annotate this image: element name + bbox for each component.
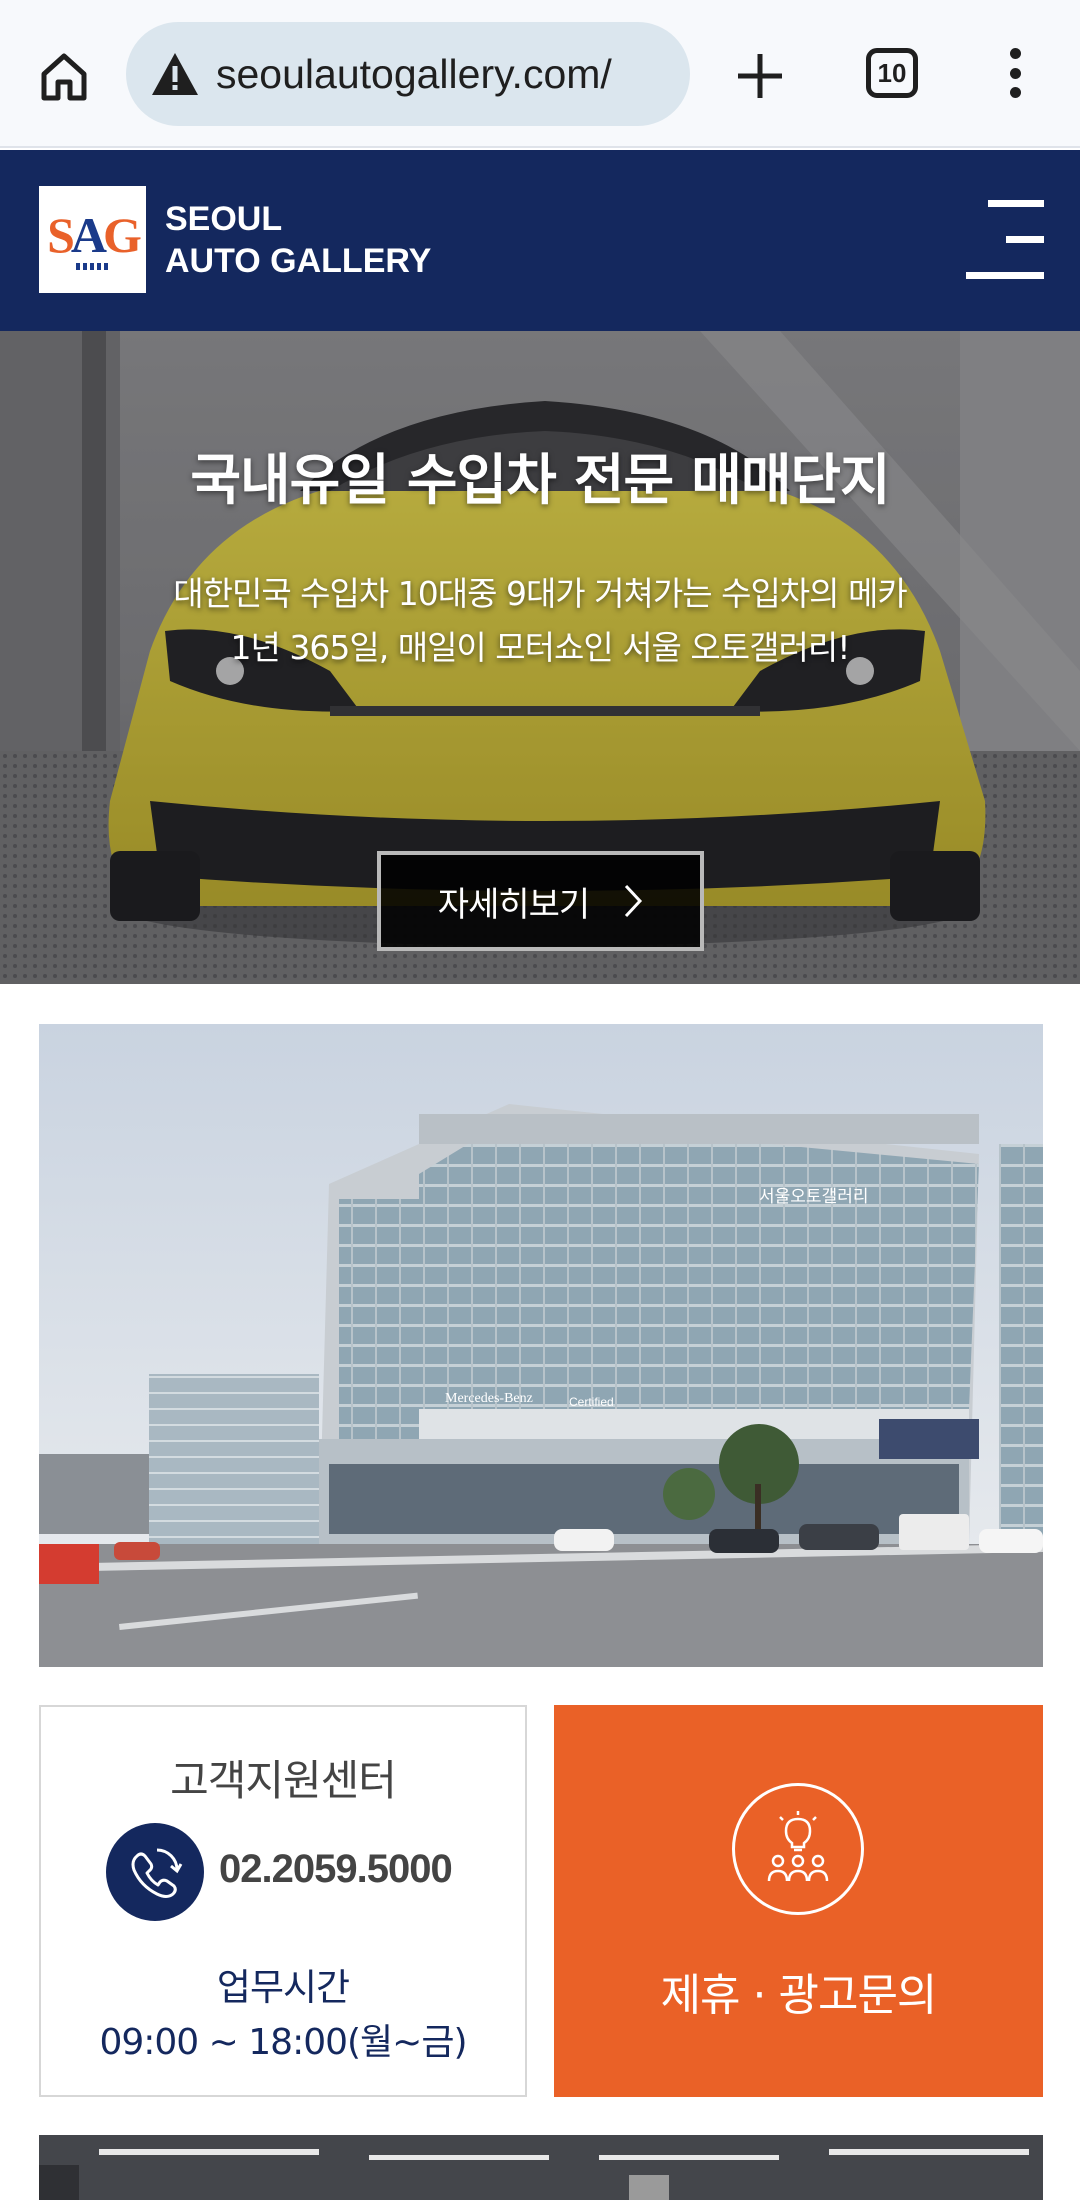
view-more-label: 자세히보기 <box>437 884 590 925</box>
tab-switcher-button[interactable]: 10 <box>866 48 918 98</box>
support-title: 고객지원센터 <box>170 1756 397 1805</box>
partnership-label: 제휴 · 광고문의 <box>660 1970 938 2021</box>
hero-subtitle-line-1: 대한민국 수입차 10대중 9대가 거쳐가는 수입차의 메카 <box>173 574 908 613</box>
storefront-sign-2: Certified <box>569 1395 614 1409</box>
building-photo: 서울오토갤러리 Mercedes-Benz Certified <box>39 1024 1043 1667</box>
url-text: seoulautogallery.com/ <box>216 50 612 97</box>
hamburger-menu-icon[interactable] <box>966 200 1044 280</box>
phone-icon[interactable] <box>106 1823 204 1921</box>
home-icon[interactable] <box>28 40 100 112</box>
not-secure-warning-icon[interactable] <box>148 47 202 101</box>
brand-line-2: AUTO GALLERY <box>165 242 432 280</box>
support-phone-number[interactable]: 02.2059.5000 <box>219 1847 453 1892</box>
address-bar[interactable]: seoulautogallery.com/ <box>126 22 690 126</box>
storefront-sign-1: Mercedes-Benz <box>445 1391 533 1406</box>
site-logo[interactable]: SAG <box>39 186 146 293</box>
lightbulb-people-icon <box>732 1783 864 1915</box>
customer-support-card: 고객지원센터 02.2059.5000 업무시간 09:00 ~ 18:00(월… <box>39 1705 527 2097</box>
hero-subtitle-line-2: 1년 365일, 매일이 모터쇼인 서울 오토갤러리! <box>230 628 851 667</box>
hero-title: 국내유일 수입차 전문 매매단지 <box>190 448 890 512</box>
garage-photo <box>39 2135 1043 2200</box>
partnership-inquiry-card[interactable]: 제휴 · 광고문의 <box>554 1705 1043 2097</box>
new-tab-icon[interactable] <box>722 38 798 114</box>
brand-name[interactable]: SEOUL AUTO GALLERY <box>165 198 431 282</box>
business-hours: 09:00 ~ 18:00(월~금) <box>99 2022 467 2063</box>
more-options-icon[interactable] <box>990 42 1040 104</box>
chevron-right-icon <box>623 883 643 919</box>
view-more-button[interactable]: 자세히보기 <box>377 851 704 951</box>
hero-banner: 국내유일 수입차 전문 매매단지 대한민국 수입차 10대중 9대가 거쳐가는 … <box>0 331 1080 984</box>
brand-line-1: SEOUL <box>165 200 283 238</box>
site-header: SAG SEOUL AUTO GALLERY <box>0 150 1080 331</box>
building-sign: 서울오토갤러리 <box>759 1187 868 1207</box>
logo-stripe <box>75 263 110 270</box>
logo-mark: SAG <box>47 207 142 263</box>
browser-toolbar: seoulautogallery.com/ 10 <box>0 0 1080 148</box>
hero-subtitle: 대한민국 수입차 10대중 9대가 거쳐가는 수입차의 메카 1년 365일, … <box>0 567 1080 675</box>
business-hours-label: 업무시간 <box>216 1966 350 2009</box>
garage-illustration <box>39 2135 1043 2200</box>
building-illustration: 서울오토갤러리 Mercedes-Benz Certified <box>39 1024 1043 1667</box>
